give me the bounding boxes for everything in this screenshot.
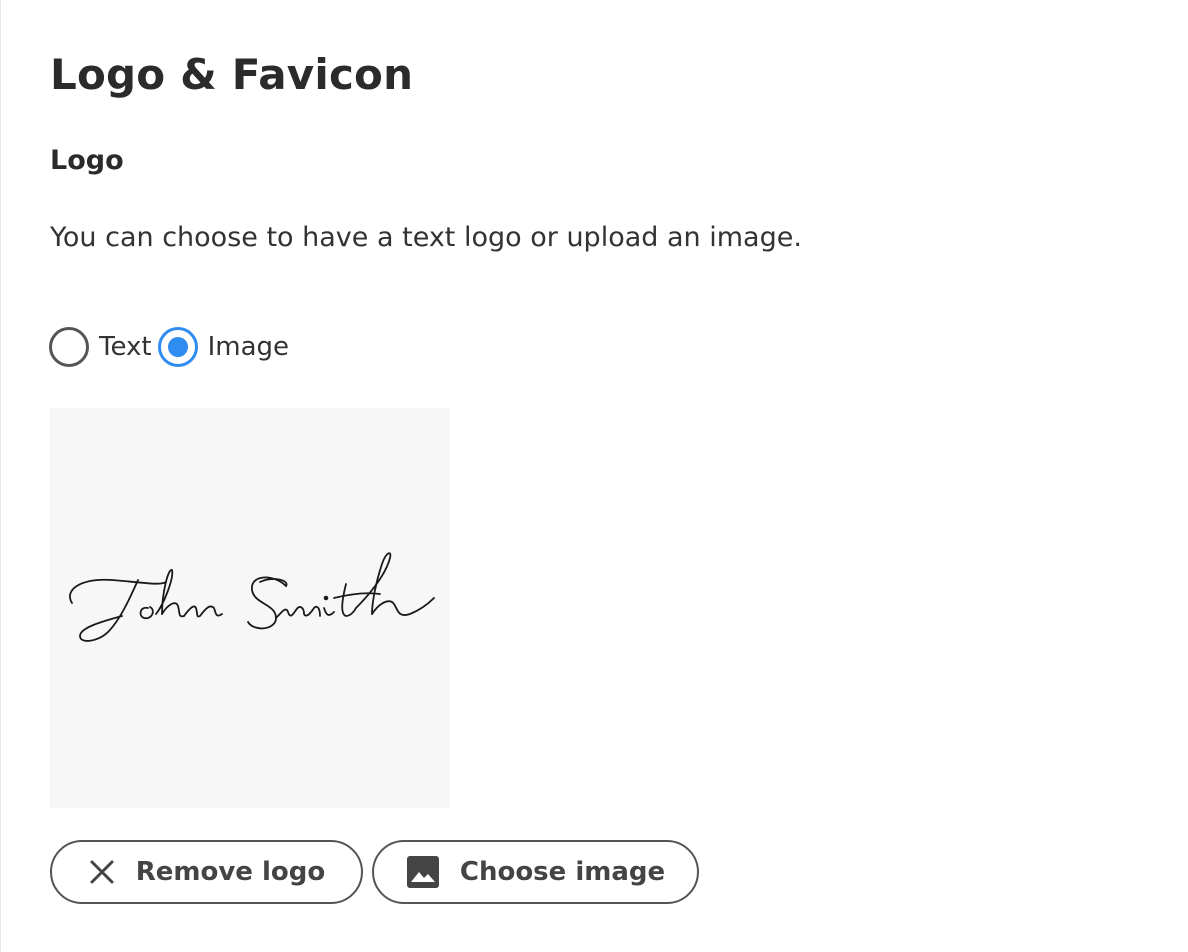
remove-logo-button[interactable]: Remove logo: [50, 840, 363, 904]
logo-type-radio-group: Text Image: [49, 326, 295, 368]
remove-logo-label: Remove logo: [135, 857, 326, 887]
radio-label-image: Image: [207, 332, 290, 362]
image-icon: [406, 855, 440, 889]
radio-option-image[interactable]: Image: [157, 327, 295, 367]
text-radio-button[interactable]: [49, 327, 89, 367]
radio-option-text[interactable]: Text: [49, 327, 158, 367]
radio-label-text: Text: [99, 332, 152, 362]
logo-section-heading: Logo: [50, 145, 124, 176]
logo-image-preview: [50, 408, 450, 808]
page-title: Logo & Favicon: [50, 50, 414, 99]
logo-description: You can choose to have a text logo or up…: [50, 222, 802, 253]
image-radio-button[interactable]: [157, 327, 198, 367]
signature-logo-image: [69, 552, 435, 642]
choose-image-button[interactable]: Choose image: [372, 840, 699, 904]
close-icon: [88, 858, 116, 886]
logo-favicon-panel: Logo & Favicon Logo You can choose to ha…: [0, 0, 1188, 952]
choose-image-label: Choose image: [459, 857, 666, 887]
